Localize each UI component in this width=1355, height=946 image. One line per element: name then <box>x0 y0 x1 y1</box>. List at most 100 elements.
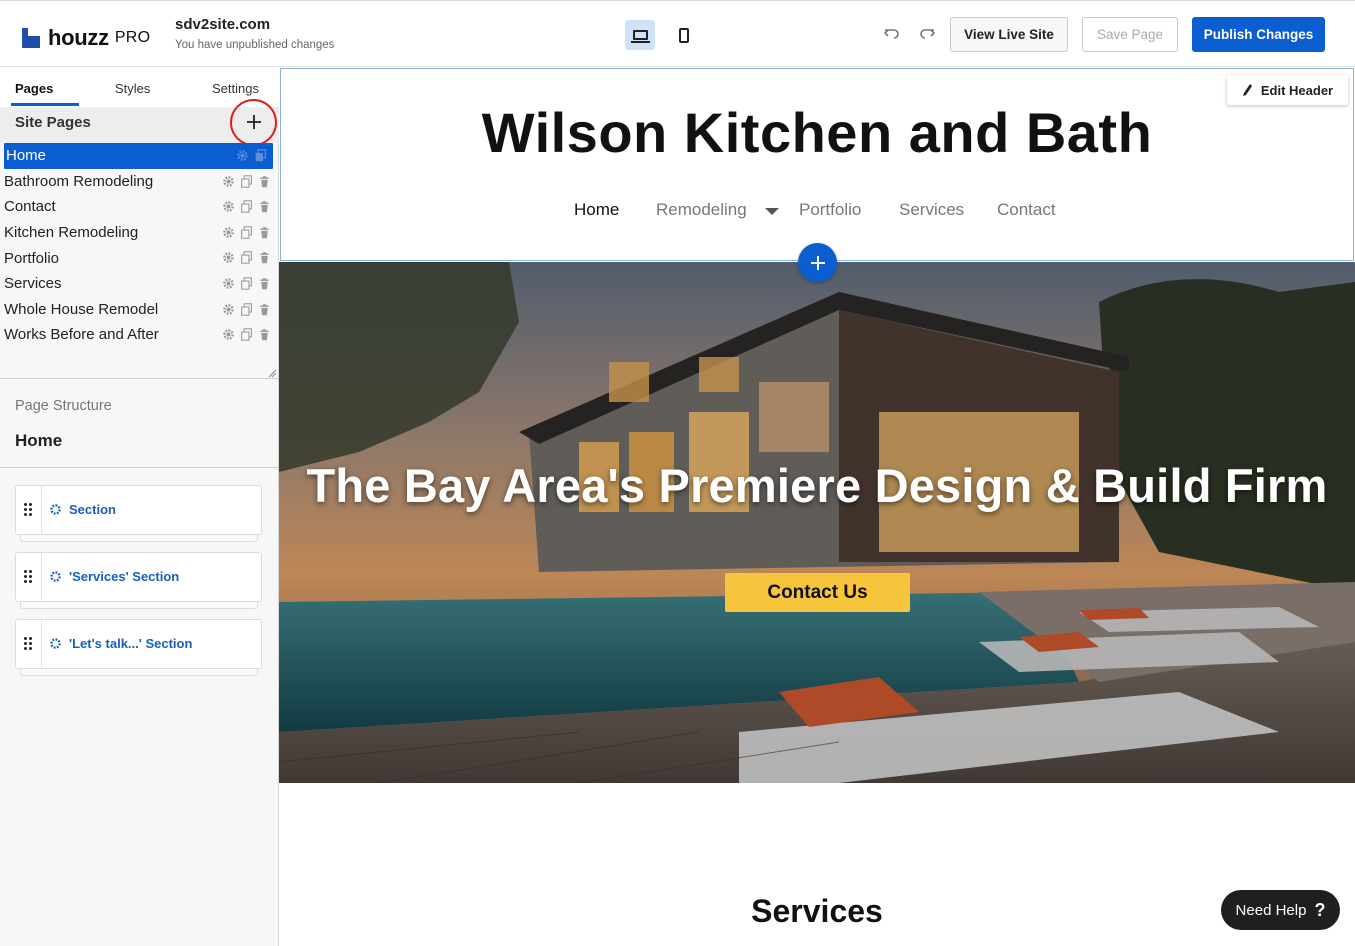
page-item-label: Contact <box>4 198 56 216</box>
page-item-label: Works Before and After <box>4 326 159 344</box>
logo-word: houzz <box>48 25 109 50</box>
undo-icon <box>883 29 899 39</box>
hero-title: The Bay Area's Premiere Design & Build F… <box>306 459 1328 512</box>
page-item-contact[interactable]: Contact <box>0 194 279 220</box>
delete-page-trash-icon[interactable] <box>258 200 271 213</box>
page-section-card[interactable]: 'Let's talk...' Section <box>15 619 262 676</box>
add-section-button[interactable] <box>798 243 837 282</box>
page-item-whole-house-remodel[interactable]: Whole House Remodel <box>0 297 279 323</box>
page-item-label: Portfolio <box>4 249 60 267</box>
duplicate-page-icon[interactable] <box>240 277 253 290</box>
nav-item-home[interactable]: Home <box>574 200 619 220</box>
contact-us-button[interactable]: Contact Us <box>725 573 910 612</box>
page-settings-gear-icon[interactable] <box>222 303 235 316</box>
drag-handle-icon[interactable] <box>24 637 34 651</box>
duplicate-page-icon[interactable] <box>240 251 253 265</box>
redo-button[interactable] <box>917 25 937 45</box>
section-settings-gear-icon[interactable] <box>49 503 62 516</box>
page-settings-gear-icon[interactable] <box>222 277 235 290</box>
nav-item-remodeling[interactable]: Remodeling <box>656 200 747 220</box>
page-section-card[interactable]: Section <box>15 485 262 542</box>
section-settings-gear-icon[interactable] <box>49 570 62 583</box>
site-preview-canvas: Edit Header Wilson Kitchen and Bath Home… <box>279 67 1355 946</box>
hero-background-image <box>279 262 1355 783</box>
delete-page-trash-icon[interactable] <box>258 277 271 290</box>
section-card-label: 'Services' Section <box>69 569 180 584</box>
tab-styles[interactable]: Styles <box>115 81 150 96</box>
desktop-view-button[interactable] <box>625 20 655 50</box>
page-item-bathroom-remodeling[interactable]: Bathroom Remodeling <box>0 169 279 195</box>
card-stack-edge <box>20 535 258 542</box>
logo-suffix: PRO <box>114 29 151 46</box>
page-structure-divider <box>0 467 279 468</box>
delete-page-trash-icon[interactable] <box>258 328 271 341</box>
page-settings-gear-icon[interactable] <box>222 328 235 341</box>
delete-page-trash-icon[interactable] <box>258 175 271 188</box>
section-card-label: 'Let's talk...' Section <box>69 636 193 651</box>
drag-handle-icon[interactable] <box>24 570 34 584</box>
page-settings-gear-icon[interactable] <box>222 226 235 239</box>
top-bar: houzz PRO sdv2site.com You have unpublis… <box>0 0 1355 67</box>
edit-header-label: Edit Header <box>1260 82 1334 98</box>
site-name: sdv2site.com <box>175 16 271 33</box>
page-section-card[interactable]: 'Services' Section <box>15 552 262 609</box>
delete-page-trash-icon[interactable] <box>258 303 271 316</box>
services-heading: Services <box>751 893 883 929</box>
duplicate-page-icon[interactable] <box>240 226 253 239</box>
duplicate-page-icon[interactable] <box>240 174 253 188</box>
page-item-label: Services <box>4 275 62 293</box>
tab-settings[interactable]: Settings <box>212 81 259 96</box>
card-separator <box>41 553 42 601</box>
redo-icon <box>920 29 936 39</box>
page-settings-gear-icon[interactable] <box>222 200 235 213</box>
section-card-label: Section <box>69 502 116 517</box>
tab-pages[interactable]: Pages <box>15 81 53 96</box>
hero-section[interactable]: The Bay Area's Premiere Design & Build F… <box>279 262 1355 783</box>
nav-item-contact[interactable]: Contact <box>997 200 1056 220</box>
pages-divider <box>0 378 279 379</box>
need-help-button[interactable]: Need Help ? <box>1221 890 1340 930</box>
page-structure-label: Page Structure <box>15 398 112 414</box>
page-settings-gear-icon[interactable] <box>222 175 235 188</box>
page-item-portfolio[interactable]: Portfolio <box>0 245 279 271</box>
mobile-view-button[interactable] <box>669 20 699 50</box>
page-item-works-before-and-after[interactable]: Works Before and After <box>0 322 279 348</box>
page-item-kitchen-remodeling[interactable]: Kitchen Remodeling <box>0 220 279 246</box>
pencil-icon <box>1242 84 1252 96</box>
publish-changes-button[interactable]: Publish Changes <box>1192 17 1325 52</box>
drag-handle-icon[interactable] <box>24 503 34 517</box>
page-settings-gear-icon[interactable] <box>236 149 249 162</box>
plus-icon <box>810 255 825 270</box>
card-stack-edge <box>20 602 258 609</box>
section-settings-gear-icon[interactable] <box>49 637 62 650</box>
undo-button[interactable] <box>882 25 902 45</box>
site-pages-title: Site Pages <box>15 114 91 131</box>
page-item-home[interactable]: Home <box>4 143 273 169</box>
resize-grip-icon[interactable] <box>268 369 277 378</box>
duplicate-page-icon[interactable] <box>254 149 267 162</box>
nav-item-portfolio[interactable]: Portfolio <box>799 200 861 220</box>
page-structure-page: Home <box>15 431 63 450</box>
view-live-site-button[interactable]: View Live Site <box>950 17 1068 52</box>
page-item-services[interactable]: Services <box>0 271 279 297</box>
site-navigation: Home Remodeling Portfolio Services Conta… <box>279 200 1355 224</box>
houzz-logo-icon <box>22 28 40 48</box>
page-item-label: Home <box>6 147 47 165</box>
duplicate-page-icon[interactable] <box>240 302 253 316</box>
page-item-label: Kitchen Remodeling <box>4 224 139 242</box>
highlight-ring <box>230 99 277 146</box>
page-settings-gear-icon[interactable] <box>222 251 235 264</box>
page-item-label: Bathroom Remodeling <box>4 172 154 190</box>
save-page-button[interactable]: Save Page <box>1082 17 1178 52</box>
nav-item-services[interactable]: Services <box>899 200 964 220</box>
delete-page-trash-icon[interactable] <box>258 251 271 264</box>
card-separator <box>41 486 42 534</box>
duplicate-page-icon[interactable] <box>240 200 253 213</box>
duplicate-page-icon[interactable] <box>240 328 253 341</box>
delete-page-trash-icon[interactable] <box>258 226 271 239</box>
chevron-down-icon[interactable] <box>765 208 779 215</box>
need-help-label: Need Help <box>1235 901 1307 919</box>
unpublished-status: You have unpublished changes <box>175 39 335 51</box>
site-title: Wilson Kitchen and Bath <box>481 101 1153 164</box>
houzz-pro-logo[interactable]: houzz PRO <box>22 25 150 51</box>
